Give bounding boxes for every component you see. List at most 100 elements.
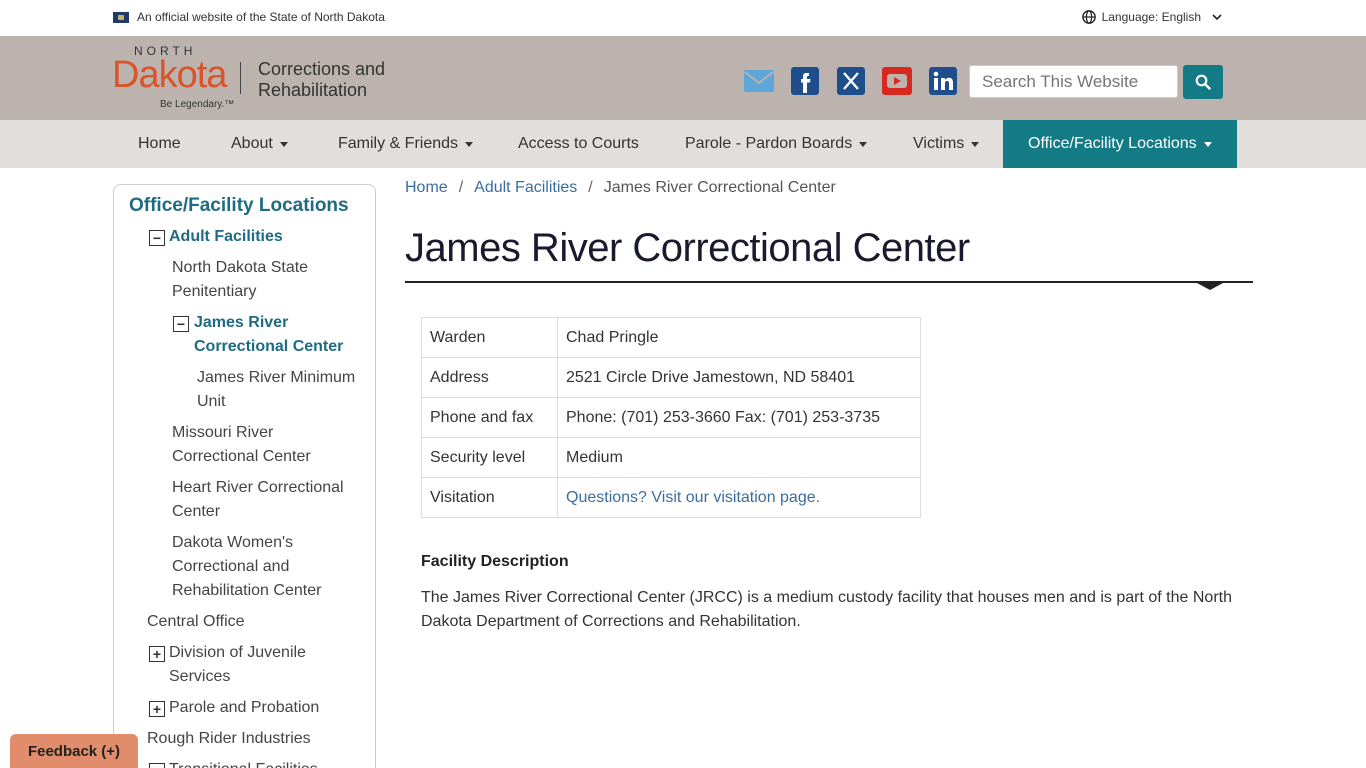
site-header: NORTH Dakota Be Legendary.™ Corrections … — [0, 36, 1366, 120]
item-line: North Dakota State — [172, 259, 309, 276]
expand-icon[interactable]: + — [149, 646, 165, 662]
nav-home-label: Home — [138, 135, 181, 152]
dept-line-2: Rehabilitation — [258, 80, 368, 100]
sidebar-item-james-river-minimum[interactable]: James River Minimum Unit — [197, 366, 355, 414]
breadcrumb: Home / Adult Facilities / James River Co… — [405, 179, 836, 197]
table-row: Warden Chad Pringle — [421, 317, 921, 358]
item-line: Services — [169, 668, 231, 685]
nav-victims-label: Victims — [913, 135, 965, 152]
item-line: Heart River Correctional — [172, 479, 344, 496]
item-line: Center — [172, 503, 221, 520]
info-value: Medium — [557, 437, 921, 478]
official-banner: An official website of the State of Nort… — [0, 0, 1366, 36]
info-value: Chad Pringle — [557, 317, 921, 358]
item-line: James River — [194, 314, 289, 331]
search-button[interactable] — [1183, 65, 1223, 99]
info-key: Warden — [421, 317, 558, 358]
nav-about[interactable]: About — [231, 120, 288, 168]
search-input[interactable] — [969, 65, 1178, 98]
caret-down-icon — [279, 141, 288, 147]
item-line: Missouri River — [172, 424, 274, 441]
language-selector[interactable]: Language: English — [1081, 10, 1223, 24]
sidebar-item-juvenile-services[interactable]: Division of Juvenile Services — [169, 641, 306, 689]
facility-description-heading: Facility Description — [421, 553, 569, 570]
nav-parole-pardon[interactable]: Parole - Pardon Boards — [685, 120, 868, 168]
nav-courts-label: Access to Courts — [518, 135, 639, 152]
breadcrumb-separator: / — [588, 179, 593, 196]
caret-down-icon — [971, 141, 980, 147]
facility-description-text: The James River Correctional Center (JRC… — [421, 589, 1232, 630]
logo-department: Corrections and Rehabilitation — [258, 59, 385, 101]
item-line: Unit — [197, 393, 226, 410]
nav-home[interactable]: Home — [138, 120, 181, 168]
table-row: Phone and fax Phone: (701) 253-3660 Fax:… — [421, 397, 921, 438]
item-line: Rehabilitation Center — [172, 582, 322, 599]
feedback-button[interactable]: Feedback (+) — [10, 734, 138, 768]
info-key: Phone and fax — [421, 397, 558, 438]
page-title: James River Correctional Center — [405, 226, 970, 270]
nav-office-label: Office/Facility Locations — [1028, 135, 1197, 152]
logo-tagline: Be Legendary.™ — [160, 99, 235, 110]
table-row: Security level Medium — [421, 437, 921, 478]
caret-down-icon — [859, 141, 868, 147]
nav-family-friends[interactable]: Family & Friends — [338, 120, 474, 168]
item-line: Dakota Women's — [172, 534, 294, 551]
youtube-icon[interactable] — [881, 66, 913, 96]
item-line: Correctional Center — [194, 338, 344, 355]
info-key: Security level — [421, 437, 558, 478]
sidebar-item-nd-state-penitentiary[interactable]: North Dakota State Penitentiary — [172, 256, 308, 304]
caret-down-icon — [1203, 141, 1212, 147]
nav-victims[interactable]: Victims — [913, 120, 980, 168]
expand-icon[interactable]: + — [149, 763, 165, 768]
sidebar-item-adult-facilities[interactable]: Adult Facilities — [169, 225, 283, 249]
info-key: Visitation — [421, 477, 558, 518]
main-nav: Home About Family & Friends Access to Co… — [0, 120, 1366, 168]
sidebar-item-heart-river[interactable]: Heart River Correctional Center — [172, 476, 344, 524]
chevron-down-icon — [1212, 14, 1222, 21]
official-text: An official website of the State of Nort… — [137, 10, 385, 24]
nav-family-label: Family & Friends — [338, 135, 459, 152]
sidebar-item-rough-rider[interactable]: Rough Rider Industries — [147, 727, 311, 751]
language-label: Language: English — [1101, 10, 1201, 24]
item-line: Correctional Center — [172, 448, 311, 465]
breadcrumb-adult-facilities[interactable]: Adult Facilities — [474, 179, 577, 197]
sidebar-item-parole-probation[interactable]: Parole and Probation — [169, 696, 319, 720]
sidebar-item-transitional[interactable]: Transitional Facilities — [169, 758, 318, 768]
logo-dakota: Dakota — [112, 54, 227, 96]
x-twitter-icon[interactable] — [835, 66, 867, 96]
info-value: Questions? Visit our visitation page. — [557, 477, 921, 518]
site-logo[interactable]: NORTH Dakota Be Legendary.™ Corrections … — [112, 44, 392, 114]
info-key: Address — [421, 357, 558, 398]
expand-icon[interactable]: + — [149, 701, 165, 717]
sidebar-item-dakota-womens[interactable]: Dakota Women's Correctional and Rehabili… — [172, 531, 321, 603]
info-value: Phone: (701) 253-3660 Fax: (701) 253-373… — [557, 397, 921, 438]
collapse-icon[interactable]: − — [173, 316, 189, 332]
social-links — [743, 66, 959, 96]
item-line: Correctional and — [172, 558, 290, 575]
collapse-icon[interactable]: − — [149, 230, 165, 246]
sidebar-item-james-river-cc[interactable]: James River Correctional Center — [194, 311, 343, 359]
sidebar-item-missouri-river[interactable]: Missouri River Correctional Center — [172, 421, 311, 469]
breadcrumb-separator: / — [458, 179, 464, 196]
logo-divider — [240, 62, 241, 94]
caret-down-icon — [465, 141, 474, 147]
title-notch-decoration — [1197, 283, 1223, 290]
nav-office-locations[interactable]: Office/Facility Locations — [1003, 120, 1237, 168]
email-icon[interactable] — [743, 66, 775, 96]
table-row: Visitation Questions? Visit our visitati… — [421, 477, 921, 518]
facebook-icon[interactable] — [789, 66, 821, 96]
facility-info-table: Warden Chad Pringle Address 2521 Circle … — [421, 317, 921, 518]
sidebar-title[interactable]: Office/Facility Locations — [129, 195, 349, 217]
sidebar-item-central-office[interactable]: Central Office — [147, 610, 245, 634]
nav-about-label: About — [231, 135, 273, 152]
nav-parole-label: Parole - Pardon Boards — [685, 135, 853, 152]
linkedin-icon[interactable] — [927, 66, 959, 96]
item-line: James River Minimum — [197, 369, 356, 386]
visitation-link[interactable]: Questions? Visit our visitation page. — [566, 489, 820, 506]
dept-line-1: Corrections and — [258, 59, 386, 79]
breadcrumb-home[interactable]: Home — [405, 179, 448, 197]
nd-flag-icon — [113, 12, 129, 23]
nav-access-courts[interactable]: Access to Courts — [518, 120, 639, 168]
title-divider — [405, 281, 1253, 283]
search-icon — [1195, 74, 1211, 90]
